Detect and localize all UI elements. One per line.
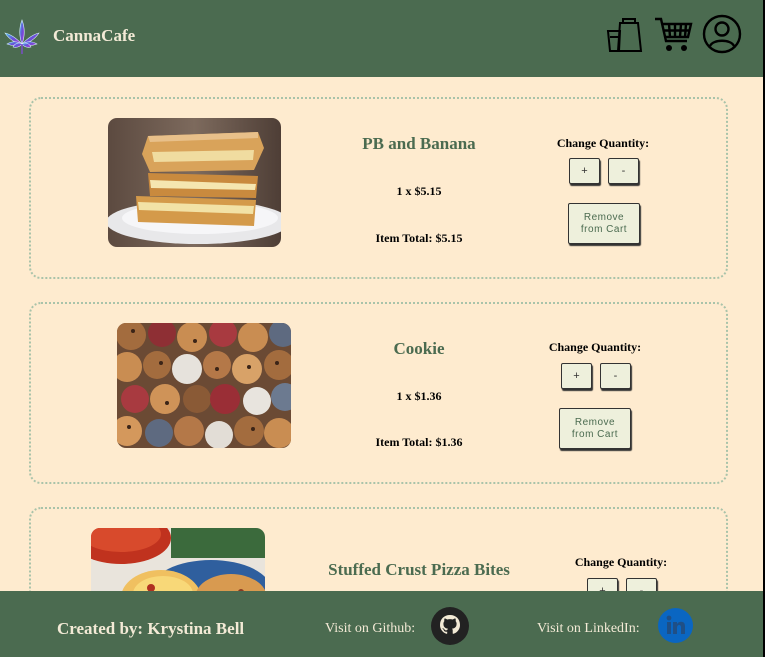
item-name: Stuffed Crust Pizza Bites — [328, 560, 510, 579]
item-total: Item Total: $1.36 — [375, 435, 463, 449]
decrease-quantity-button[interactable]: - — [626, 578, 657, 591]
change-quantity-label: Change Quantity: — [548, 340, 642, 354]
item-name: Cookie — [393, 339, 445, 358]
pb-banana-sandwich-image — [108, 118, 281, 247]
cart-list: PB and Banana 1 x $5.15 Item Total: $5.1… — [0, 77, 763, 591]
cookie-image — [117, 323, 291, 448]
increase-quantity-button[interactable]: + — [561, 363, 592, 389]
increase-quantity-button[interactable]: + — [587, 578, 618, 591]
brand-name[interactable]: CannaCafe — [53, 26, 135, 46]
remove-button-label: Remove — [574, 416, 616, 428]
change-quantity-label: Change Quantity: — [574, 555, 668, 569]
site-footer: Created by: Krystina Bell Visit on Githu… — [0, 591, 763, 657]
cart-icon[interactable] — [654, 15, 694, 55]
author-credit: Created by: Krystina Bell — [57, 619, 245, 638]
linkedin-label: Visit on LinkedIn: — [537, 621, 640, 636]
cart-item-card: PB and Banana 1 x $5.15 Item Total: $5.1… — [29, 97, 728, 279]
item-total: Item Total: $5.15 — [375, 231, 463, 245]
site-header: CannaCafe — [0, 0, 765, 77]
cart-item-card: Cookie 1 x $1.36 Item Total: $1.36 Chang… — [29, 302, 728, 484]
remove-button-label-2: from Cart — [571, 428, 619, 440]
cannabis-leaf-logo-icon[interactable] — [4, 18, 40, 56]
item-name: PB and Banana — [362, 134, 476, 153]
linkedin-icon[interactable] — [658, 608, 693, 643]
coffee-bag-icon[interactable] — [606, 17, 644, 53]
remove-from-cart-button[interactable]: Remove from Cart — [559, 408, 631, 449]
pizza-bites-image — [91, 528, 265, 591]
cart-item-card: Stuffed Crust Pizza Bites Change Quantit… — [29, 507, 728, 591]
github-icon[interactable] — [431, 607, 469, 645]
decrease-quantity-button[interactable]: - — [608, 158, 639, 184]
item-quantity-price: 1 x $1.36 — [396, 389, 442, 403]
decrease-quantity-button[interactable]: - — [600, 363, 631, 389]
remove-button-label: Remove — [583, 211, 625, 223]
github-label: Visit on Github: — [325, 621, 416, 636]
item-quantity-price: 1 x $5.15 — [396, 184, 442, 198]
user-account-icon[interactable] — [702, 14, 742, 54]
remove-button-label-2: from Cart — [580, 223, 628, 235]
increase-quantity-button[interactable]: + — [569, 158, 600, 184]
remove-from-cart-button[interactable]: Remove from Cart — [568, 203, 640, 244]
change-quantity-label: Change Quantity: — [556, 136, 650, 150]
